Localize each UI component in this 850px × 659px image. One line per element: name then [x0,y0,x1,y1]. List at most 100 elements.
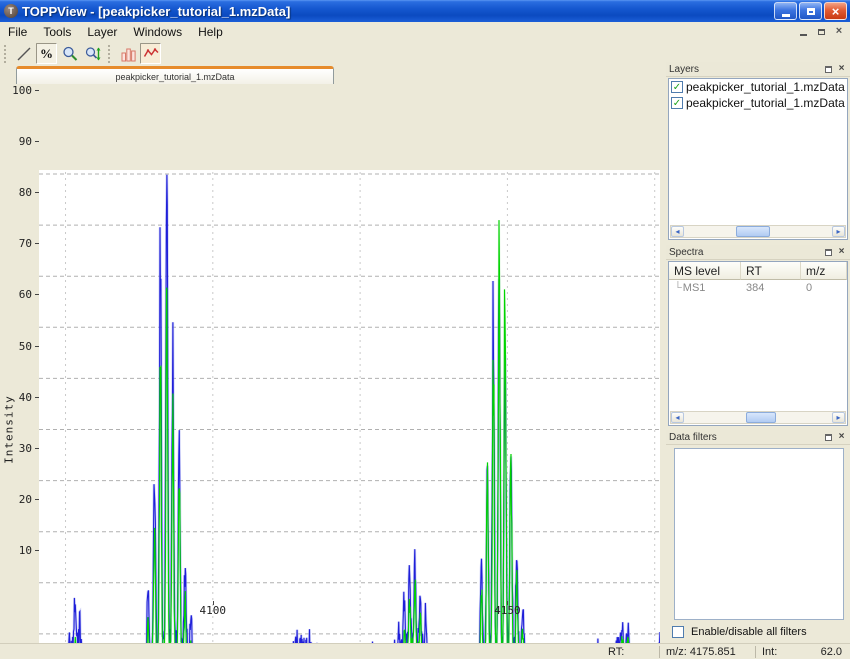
line-plot-icon [142,45,160,63]
spectra-float-button[interactable] [823,247,834,258]
spectra-close-button[interactable]: × [836,247,847,258]
layer-item[interactable]: ✓peakpicker_tutorial_1.mzData [669,79,847,95]
diagonal-line-icon [15,45,33,63]
y-tick-label: 60 [2,288,32,301]
scrollbar-track[interactable] [684,412,832,423]
percent-icon: % [40,47,53,60]
layers-float-button[interactable] [823,64,834,75]
minimize-icon [800,33,807,36]
status-int-field: Int: 62.0 [756,646,848,658]
enable-all-filters-row: Enable/disable all filters [672,626,807,638]
scrollbar-thumb[interactable] [736,226,770,237]
spectra-panel-title: Spectra [669,247,821,258]
window-controls: × [774,2,847,20]
enable-all-filters-checkbox[interactable] [672,626,684,638]
rt-label: RT: [608,646,624,658]
scrollbar-track[interactable] [684,226,832,237]
spectra-table-row[interactable]: └MS1 384 0 [669,280,847,296]
menu-file[interactable]: File [0,23,35,41]
magnifier-arrows-icon [84,45,102,63]
rt-cell: 384 [741,280,801,296]
profile-plot-button[interactable] [140,43,161,64]
layers-close-button[interactable]: × [836,64,847,75]
mz-cell: 0 [801,280,847,296]
y-tick-label: 30 [2,442,32,455]
scrollbar-thumb[interactable] [746,412,776,423]
restore-icon [818,29,825,35]
layer-checkbox[interactable]: ✓ [671,97,683,109]
y-tick-mark [35,90,39,91]
menu-bar: File Tools Layer Windows Help × [0,22,850,42]
ms-level-cell: MS1 [683,282,706,294]
spectra-panel-titlebar[interactable]: Spectra × [666,245,850,260]
tab-label: peakpicker_tutorial_1.mzData [115,72,234,82]
mz-value: 4175.851 [690,646,736,658]
title-bar[interactable]: T TOPPView - [peakpicker_tutorial_1.mzDa… [0,0,850,22]
column-header-rt[interactable]: RT [741,262,801,280]
data-filters-float-button[interactable] [823,432,834,443]
spectra-scrollbar[interactable]: ◂ ▸ [670,411,846,424]
x-tick-label: 4100 [191,604,235,617]
spectrum-plot-canvas[interactable] [39,172,660,659]
data-filters-list[interactable] [674,448,844,620]
toolbar-grip[interactable] [108,45,113,63]
close-button[interactable]: × [824,2,847,20]
scroll-left-button[interactable]: ◂ [671,226,684,237]
minimize-icon [782,14,790,17]
y-tick-label: 90 [2,135,32,148]
scroll-left-button[interactable]: ◂ [671,412,684,423]
data-filters-close-button[interactable]: × [836,432,847,443]
app-window: T TOPPView - [peakpicker_tutorial_1.mzDa… [0,0,850,659]
layer-item[interactable]: ✓peakpicker_tutorial_1.mzData (Bas [669,95,847,111]
tab-bar: peakpicker_tutorial_1.mzData [0,65,662,84]
magnifier-icon [61,45,79,63]
enable-all-filters-label: Enable/disable all filters [691,626,807,638]
y-tick-label: 50 [2,340,32,353]
mdi-window-controls: × [796,25,846,38]
layers-panel-titlebar[interactable]: Layers × [666,62,850,77]
app-icon: T [4,4,18,18]
column-header-ms-level[interactable]: MS level [669,262,741,280]
scroll-right-button[interactable]: ▸ [832,226,845,237]
int-label: Int: [762,646,777,658]
close-icon: × [839,64,845,74]
stick-plot-button[interactable] [117,43,138,64]
mdi-close-button[interactable]: × [832,25,846,38]
close-icon: × [839,432,845,442]
intensity-percentage-button[interactable]: % [36,43,57,64]
float-icon [825,249,832,256]
column-header-mz[interactable]: m/z [801,262,847,280]
spectra-table-header: MS level RT m/z [669,262,847,280]
x-tick-label: 4150 [485,604,529,617]
toolbar-grip[interactable] [4,45,9,63]
layer-label: peakpicker_tutorial_1.mzData [686,80,845,94]
tab-spectrum-file[interactable]: peakpicker_tutorial_1.mzData [16,66,334,84]
mdi-minimize-button[interactable] [796,25,810,38]
menu-windows[interactable]: Windows [125,23,190,41]
minimize-button[interactable] [774,2,797,20]
y-tick-label: 100 [2,84,32,97]
histogram-bars-icon [119,45,137,63]
layers-panel-title: Layers [669,64,821,75]
layer-checkbox[interactable]: ✓ [671,81,683,93]
menu-layer[interactable]: Layer [79,23,125,41]
menu-help[interactable]: Help [190,23,231,41]
reset-zoom-button[interactable] [13,43,34,64]
y-tick-label: 70 [2,237,32,250]
data-filters-panel-titlebar[interactable]: Data filters × [666,430,850,445]
restore-icon [807,8,815,15]
layers-list: ✓peakpicker_tutorial_1.mzData✓peakpicker… [668,78,848,240]
scroll-right-button[interactable]: ▸ [832,412,845,423]
restore-button[interactable] [799,2,822,20]
status-fields: RT: m/z: 4175.851 Int: 62.0 [602,645,848,659]
menu-tools[interactable]: Tools [35,23,79,41]
zoom-magnifier-button[interactable] [59,43,80,64]
close-icon: × [832,5,840,18]
layers-scrollbar[interactable]: ◂ ▸ [670,225,846,238]
spectra-table: MS level RT m/z └MS1 384 0 ◂ ▸ [668,261,848,426]
float-icon [825,434,832,441]
y-tick-label: 10 [2,544,32,557]
y-tick-mark [35,141,39,142]
mdi-restore-button[interactable] [814,25,828,38]
zoom-stepper-button[interactable] [82,43,103,64]
